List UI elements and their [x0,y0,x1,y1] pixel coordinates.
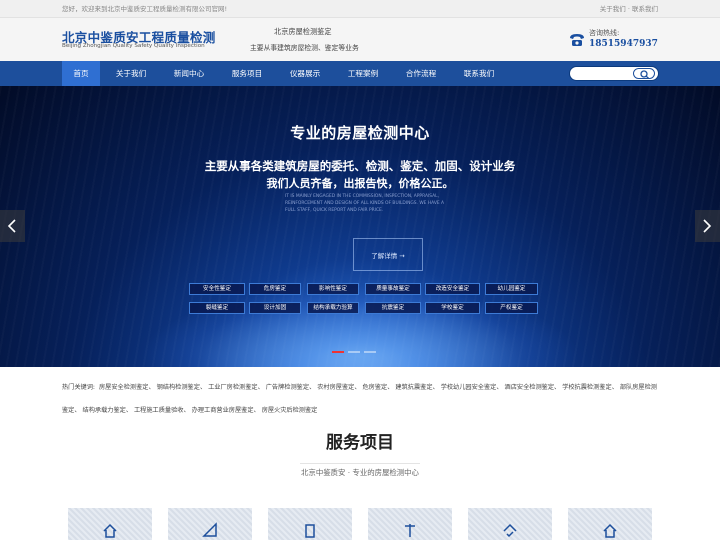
learn-more-button[interactable]: 了解详情 → [353,238,423,271]
banner-tag[interactable]: 裂缝鉴定 [189,302,245,314]
nav-item-home[interactable]: 首页 [62,61,100,86]
services-divider [300,463,420,464]
hot-keywords: 热门关键词: 房屋安全检测鉴定、 钢结构检测鉴定、 工业厂房检测鉴定、 广告牌检… [62,384,657,414]
hotline-number[interactable]: 18515947937 [589,39,658,49]
keyword-link[interactable]: 危房鉴定 [363,384,388,391]
banner-tag[interactable]: 危房鉴定 [249,283,301,295]
slider-prev-button[interactable] [0,210,25,242]
nav-item-instruments[interactable]: 仪器展示 [281,61,329,86]
banner-title: 专业的房屋检测中心 [290,124,430,142]
nav-item-about[interactable]: 关于我们 [107,61,155,86]
banner-tag[interactable]: 产权鉴定 [485,302,538,314]
keyword-link[interactable]: 工程施工质量验收 [134,407,184,414]
services-subtitle: 北京中鉴质安 · 专业的房屋检测中心 [301,468,419,477]
top-link-about[interactable]: 关于我们 [600,5,626,13]
crane-icon [405,524,415,537]
ruler-icon [202,522,217,537]
banner-line-2: 我们人员齐备，出报告快，价格公正。 [266,177,454,190]
slider-dot[interactable] [332,351,344,353]
services-title: 服务项目 [326,433,394,453]
nav-item-news[interactable]: 新闻中心 [165,61,213,86]
keywords-label: 热门关键词: [62,384,96,391]
nav-item-process[interactable]: 合作流程 [397,61,445,86]
nav-item-services[interactable]: 服务项目 [223,61,271,86]
slider-dots [332,351,388,354]
hero-banner: 专业的房屋检测中心 主要从事各类建筑房屋的委托、检测、鉴定、加固、设计业务 我们… [0,86,720,367]
keyword-link[interactable]: 结构承载力鉴定 [83,407,126,414]
keyword-link[interactable]: 广告牌检测鉴定 [266,384,309,391]
keyword-link[interactable]: 房屋安全检测鉴定 [99,384,149,391]
chevron-left-icon [7,219,16,233]
home-check-icon [503,523,517,538]
phone-icon [570,34,584,46]
service-card[interactable] [168,508,252,540]
welcome-text: 您好，欢迎来到北京中鉴质安工程质量检测有限公司官网! [62,5,228,13]
header-slogan-desc: 主要从事建筑房屋检测、鉴定等业务 [250,44,359,52]
banner-tag[interactable]: 抗震鉴定 [365,302,421,314]
learn-more-label: 了解详情 → [371,252,405,260]
slider-dot[interactable] [364,351,376,353]
search-box [569,66,659,81]
keyword-link[interactable]: 办理工商营业房屋鉴定 [192,407,254,414]
search-input[interactable] [576,69,636,79]
keyword-link[interactable]: 钢结构检测鉴定 [157,384,200,391]
banner-english-text: IT IS MAINLY ENGAGED IN THE COMMISSION, … [285,194,445,213]
search-icon [640,70,650,79]
header-slogan-title: 北京房屋检测鉴定 [274,27,332,36]
banner-tag[interactable]: 结构承载力验算 [307,302,359,314]
main-nav: 首页 关于我们 新闻中心 服务项目 仪器展示 工程案例 合作流程 联系我们 [0,61,720,86]
nav-item-contact[interactable]: 联系我们 [455,61,503,86]
site-header: 北京中鉴质安工程质量检测 Beijing Zhongjian Quality S… [0,18,720,61]
keyword-link[interactable]: 房屋火灾后检测鉴定 [262,407,318,414]
banner-tag[interactable]: 安全性鉴定 [189,283,245,295]
keyword-link[interactable]: 农村房屋鉴定 [317,384,354,391]
banner-tag[interactable]: 影响性鉴定 [307,283,359,295]
banner-tag[interactable]: 学校鉴定 [425,302,480,314]
banner-tag[interactable]: 幼儿园鉴定 [485,283,538,295]
keyword-link[interactable]: 学校幼儿园安全鉴定 [441,384,497,391]
service-card[interactable] [68,508,152,540]
logo-subtitle: Beijing Zhongjian Quality Safety Quality… [62,43,205,49]
banner-tag[interactable]: 设计加固 [249,302,301,314]
top-bar: 您好，欢迎来到北京中鉴质安工程质量检测有限公司官网! 关于我们 · 联系我们 [0,0,720,18]
top-link-separator: · [627,5,630,13]
search-button[interactable] [633,68,655,79]
top-link-contact[interactable]: 联系我们 [632,5,658,13]
slider-dot[interactable] [348,351,360,353]
keyword-link[interactable]: 学校抗震检测鉴定 [562,384,612,391]
keyword-link[interactable]: 酒店安全检测鉴定 [505,384,555,391]
nav-item-cases[interactable]: 工程案例 [339,61,387,86]
top-links: 关于我们 · 联系我们 [600,3,658,13]
house-icon [103,523,117,538]
keyword-link[interactable]: 工业厂房检测鉴定 [208,384,258,391]
keyword-link[interactable]: 建筑抗震鉴定 [395,384,432,391]
banner-tag[interactable]: 改造安全鉴定 [425,283,480,295]
slider-next-button[interactable] [695,210,720,242]
banner-tag[interactable]: 质量事故鉴定 [365,283,421,295]
house-icon [603,523,617,538]
service-card[interactable] [368,508,452,540]
banner-line-1: 主要从事各类建筑房屋的委托、检测、鉴定、加固、设计业务 [204,159,516,173]
hotline-label: 咨询热线: [589,29,620,37]
building-icon [305,524,315,538]
service-card[interactable] [468,508,552,540]
service-card[interactable] [268,508,352,540]
chevron-right-icon [703,219,712,233]
service-card[interactable] [568,508,652,540]
